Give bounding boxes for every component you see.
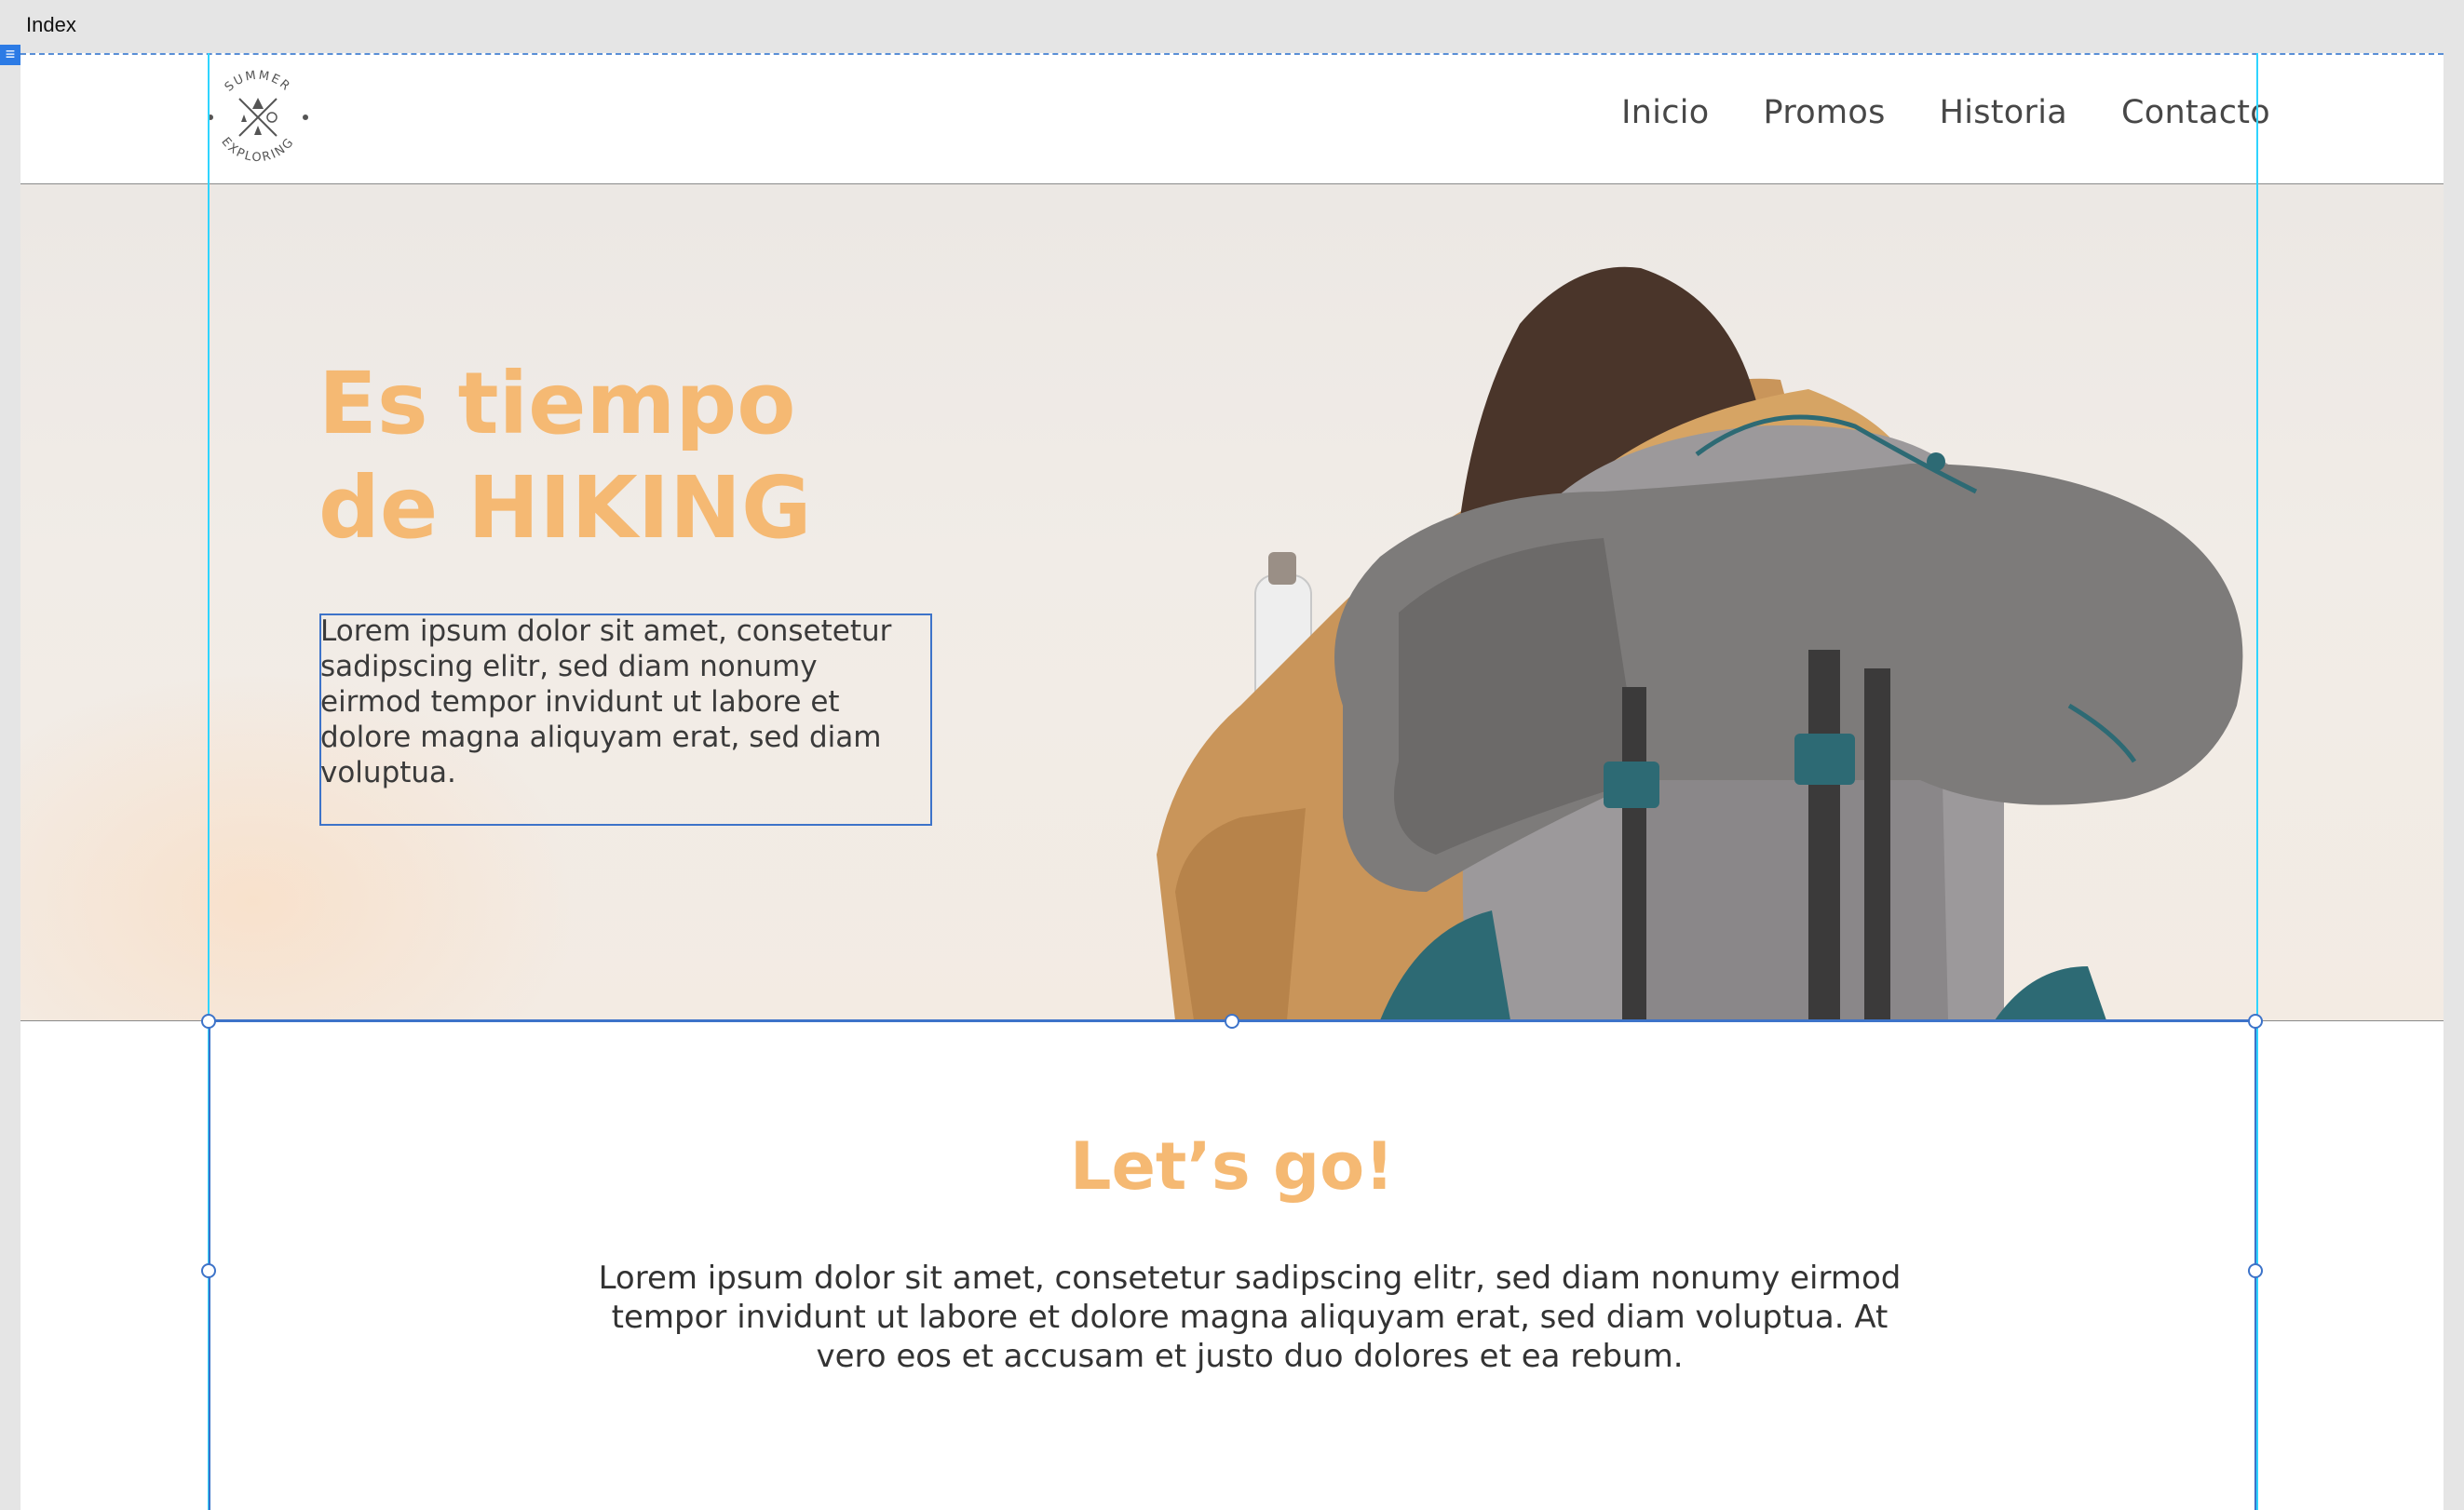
summer-exploring-logo[interactable]: SUMMER EXPLORING [207, 66, 309, 169]
hero-body-text[interactable]: Lorem ipsum dolor sit amet, consetetur s… [320, 613, 916, 790]
svg-text:EXPLORING: EXPLORING [218, 135, 297, 165]
selection-handle-middle-left[interactable] [201, 1263, 216, 1278]
section-title[interactable]: Let’s go! [20, 1128, 2444, 1205]
hero-title-line-2: de HIKING [318, 458, 812, 558]
artboard-marker-icon[interactable]: ≡ [0, 45, 20, 65]
nav-link-promos[interactable]: Promos [1764, 94, 1886, 131]
site-header: SUMMER EXPLORING Inicio Promos Historia … [20, 53, 2444, 183]
section-body-text[interactable]: Lorem ipsum dolor sit amet, consetetur s… [598, 1259, 1902, 1376]
main-nav: Inicio Promos Historia Contacto [1621, 94, 2270, 131]
artboard-top-dashed-guide [20, 53, 2444, 55]
artboard[interactable]: SUMMER EXPLORING Inicio Promos Historia … [20, 53, 2444, 1510]
layout-guide-right[interactable] [2256, 53, 2258, 1510]
hero-section[interactable]: Es tiempo de HIKING Lorem ipsum dolor si… [20, 183, 2444, 1021]
logo-text-top: SUMMER [223, 69, 291, 95]
hero-title-line-1: Es tiempo [318, 354, 796, 453]
selection-handle-top-left[interactable] [201, 1014, 216, 1029]
selection-handle-top-center[interactable] [1225, 1014, 1239, 1029]
nav-link-inicio[interactable]: Inicio [1621, 94, 1709, 131]
logo-text-bottom: EXPLORING [218, 135, 295, 165]
hiker-image[interactable] [1119, 184, 2444, 1020]
selection-handle-middle-right[interactable] [2248, 1263, 2263, 1278]
nav-link-historia[interactable]: Historia [1940, 94, 2067, 131]
selection-handle-top-right[interactable] [2248, 1014, 2263, 1029]
nav-link-contacto[interactable]: Contacto [2121, 94, 2270, 131]
svg-text:SUMMER: SUMMER [223, 69, 293, 95]
artboard-label[interactable]: Index [26, 13, 76, 37]
hero-title[interactable]: Es tiempo de HIKING [318, 352, 1157, 560]
